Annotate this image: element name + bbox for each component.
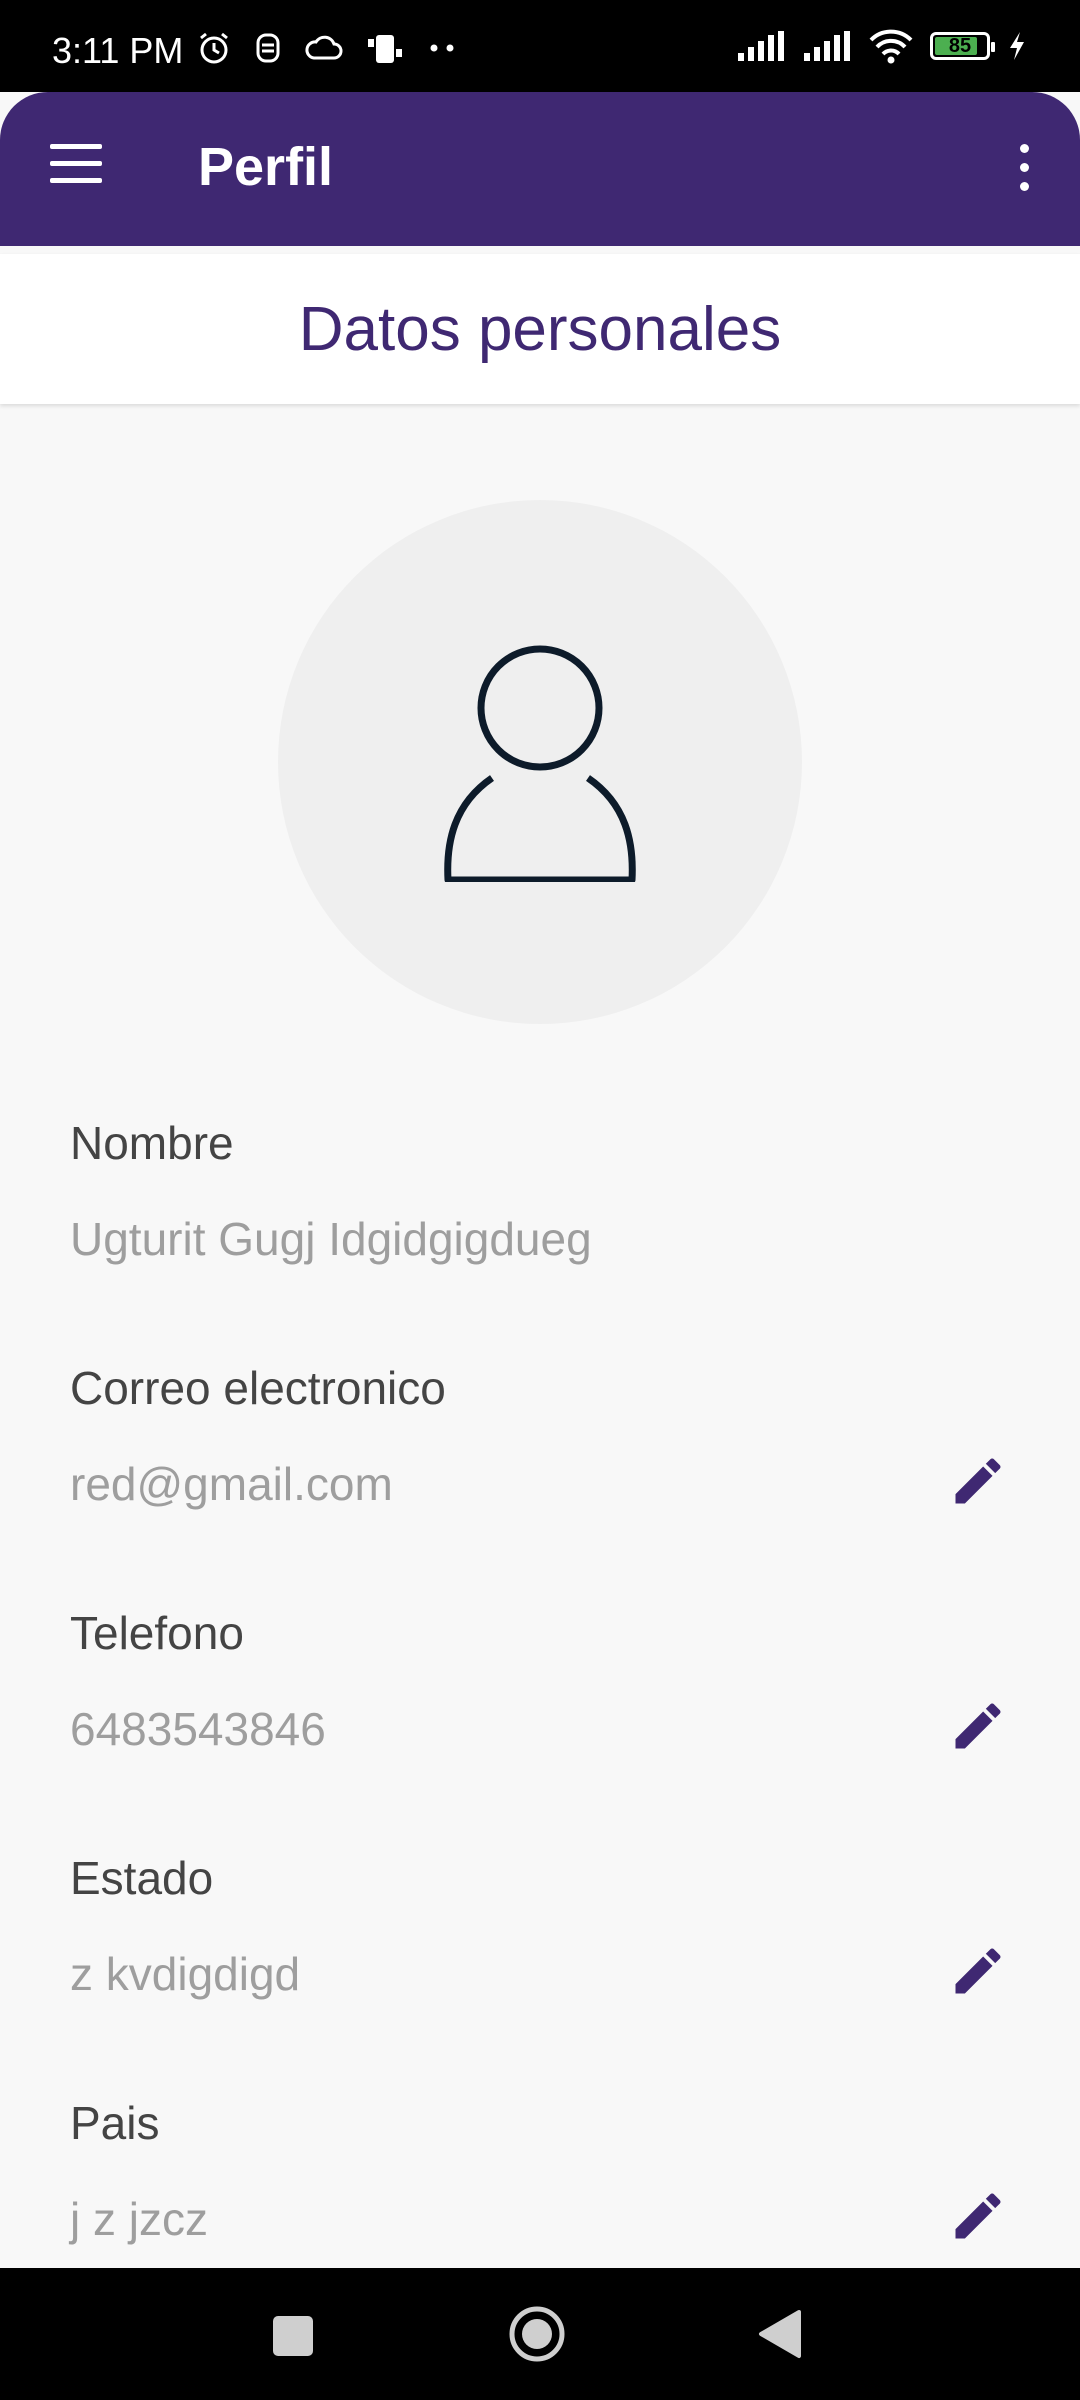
edit-country-pencil-icon[interactable] <box>948 2186 1008 2246</box>
edit-phone-pencil-icon[interactable] <box>948 1696 1008 1756</box>
field-estado: Estado z kvdigdigd <box>0 1851 1080 2051</box>
field-value: z kvdigdigd <box>70 1948 301 2000</box>
field-value: red@gmail.com <box>70 1458 393 1510</box>
field-label: Telefono <box>70 1607 244 1659</box>
field-value: j z jzcz <box>70 2193 208 2245</box>
field-pais: Pais j z jzcz <box>0 2096 1080 2296</box>
hamburger-menu-icon[interactable] <box>50 144 102 184</box>
more-dots-icon <box>430 44 454 52</box>
field-label: Estado <box>70 1852 214 1904</box>
section-title: Datos personales <box>298 294 782 364</box>
field-telefono: Telefono 6483543846 <box>0 1606 1080 1806</box>
avatar[interactable] <box>278 500 802 1024</box>
alarm-icon <box>200 32 228 64</box>
signal-icon <box>738 31 784 61</box>
back-icon[interactable] <box>755 2302 805 2366</box>
phone-icon <box>368 35 402 63</box>
recents-icon[interactable] <box>270 2302 316 2366</box>
field-correo: Correo electronico red@gmail.com <box>0 1361 1080 1561</box>
field-label: Nombre <box>70 1117 234 1169</box>
status-icons-left <box>196 30 458 66</box>
field-label: Correo electronico <box>70 1362 446 1414</box>
section-header-card: Datos personales <box>0 254 1080 404</box>
battery-level: 85 <box>948 34 972 57</box>
status-bar: 3:11 PM 85 <box>0 0 1080 92</box>
home-icon[interactable] <box>505 2302 569 2366</box>
wifi-icon <box>869 29 913 64</box>
page-title: Perfil <box>198 137 334 197</box>
cloud-icon <box>305 35 343 60</box>
system-nav-bar <box>0 2268 1080 2400</box>
field-value: 6483543846 <box>70 1703 326 1755</box>
more-vert-icon[interactable] <box>1014 144 1034 194</box>
notification-icon <box>256 33 280 63</box>
field-label: Pais <box>70 2097 160 2149</box>
field-value: Ugturit Gugj Idgidgigdueg <box>70 1213 592 1265</box>
status-time: 3:11 PM <box>52 30 184 71</box>
app-bar: Perfil <box>0 92 1080 246</box>
field-nombre: Nombre Ugturit Gugj Idgidgigdueg <box>0 1116 1080 1316</box>
edit-state-pencil-icon[interactable] <box>948 1941 1008 2001</box>
battery-icon: 85 <box>930 32 995 60</box>
person-icon <box>444 645 636 882</box>
edit-email-pencil-icon[interactable] <box>948 1451 1008 1511</box>
charging-icon <box>1010 32 1024 60</box>
signal-icon <box>804 31 850 61</box>
status-icons-right: 85 <box>736 28 1028 64</box>
